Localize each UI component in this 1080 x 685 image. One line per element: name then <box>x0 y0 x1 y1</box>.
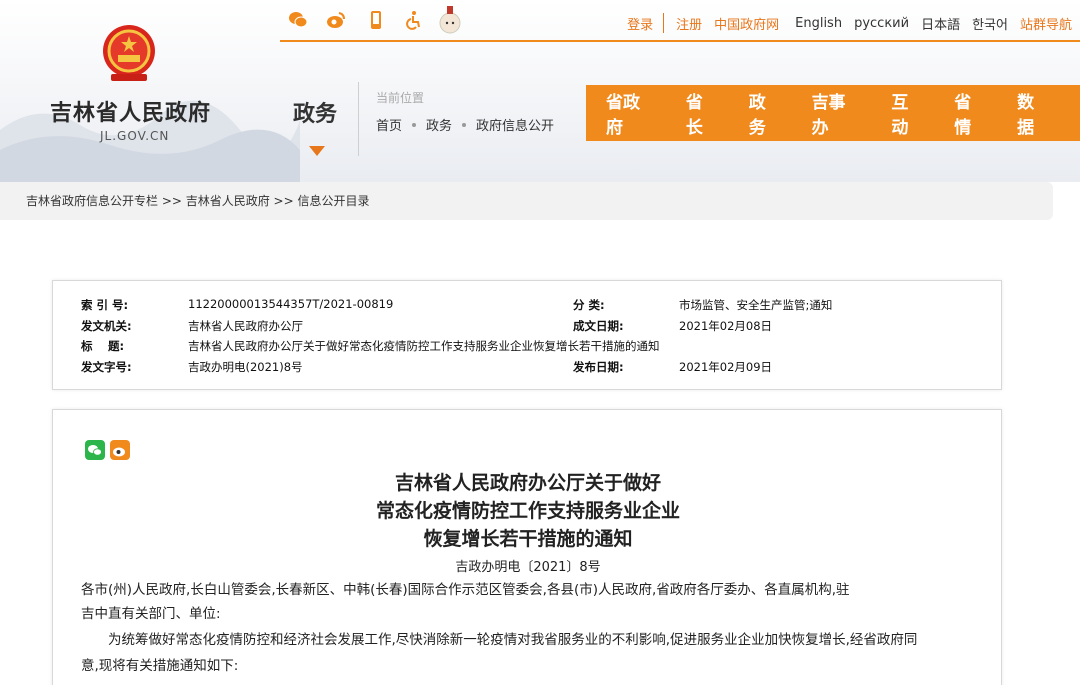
english-link[interactable]: English <box>795 16 842 31</box>
issuer-value: 吉林省人民政府办公厅 <box>188 319 303 333</box>
title-label: 标 题: <box>81 339 125 353</box>
dot-separator <box>412 122 417 127</box>
doc-number-value: 吉政办明电(2021)8号 <box>188 360 303 374</box>
info-row: 索 引 号: 11220000013544357T/2021-00819 分 类… <box>53 297 1001 314</box>
article-title-line: 常态化疫情防控工作支持服务业企业 <box>375 500 680 522</box>
mobile-icon[interactable] <box>366 10 386 30</box>
crumb-home[interactable]: 首页 <box>376 115 402 134</box>
dot-separator <box>462 122 467 127</box>
category-value: 市场监管、安全生产监管;通知 <box>679 298 833 312</box>
article-title-line: 恢复增长若干措施的通知 <box>423 528 633 550</box>
column-title: 政务 <box>293 102 338 127</box>
current-position-label: 当前位置 <box>376 91 425 105</box>
china-gov-link[interactable]: 中国政府网 <box>714 14 779 33</box>
wechat-icon[interactable] <box>288 10 308 30</box>
article-doc-number: 吉政办明电〔2021〕8号 <box>455 560 601 575</box>
column-arrow-icon <box>309 146 325 156</box>
category-label: 分 类: <box>573 298 605 312</box>
korean-link[interactable]: 한국어 <box>972 14 1008 33</box>
title-value: 吉林省人民政府办公厅关于做好常态化疫情防控工作支持服务业企业恢复增长若干措施的通… <box>188 339 660 353</box>
header-breadcrumb: 首页 政务 政府信息公开 <box>376 115 554 134</box>
article-paragraph: 意,现将有关措施通知如下: <box>81 658 239 674</box>
crumb-affairs[interactable]: 政务 <box>426 115 452 134</box>
site-nav-link[interactable]: 站群导航 <box>1020 14 1072 33</box>
nav-item-data[interactable]: 数据 <box>1017 88 1051 138</box>
nav-item-governor[interactable]: 省长 <box>686 88 720 138</box>
publish-date-label: 发布日期: <box>573 360 624 374</box>
nav-item-affairs[interactable]: 政务 <box>749 88 783 138</box>
share-weibo-icon[interactable] <box>110 440 130 460</box>
document-info-box: 索 引 号: 11220000013544357T/2021-00819 分 类… <box>52 280 1002 390</box>
crumb-gov-info[interactable]: 政府信息公开 <box>476 115 554 134</box>
register-link[interactable]: 注册 <box>676 14 702 33</box>
site-name[interactable]: 吉林省人民政府 <box>50 95 211 127</box>
accessibility-icon[interactable] <box>404 10 424 30</box>
index-label: 索 引 号: <box>81 298 129 312</box>
article-title-line: 吉林省人民政府办公厅关于做好 <box>394 472 661 494</box>
issuer-label: 发文机关: <box>81 319 132 333</box>
article-paragraph: 吉中直有关部门、单位: <box>81 606 221 622</box>
divider <box>358 82 359 156</box>
doc-number-label: 发文字号: <box>81 360 132 374</box>
info-row: 发文字号: 吉政办明电(2021)8号 发布日期: 2021年02月09日 <box>53 359 1001 376</box>
nav-item-interaction[interactable]: 互动 <box>891 88 925 138</box>
info-row: 标 题: 吉林省人民政府办公厅关于做好常态化疫情防控工作支持服务业企业恢复增长若… <box>53 338 1001 355</box>
info-row: 发文机关: 吉林省人民政府办公厅 成文日期: 2021年02月08日 <box>53 318 1001 335</box>
site-domain: JL.GOV.CN <box>100 129 170 143</box>
written-date-value: 2021年02月08日 <box>679 319 773 333</box>
share-wechat-icon[interactable] <box>85 440 105 460</box>
weibo-icon[interactable] <box>326 10 346 30</box>
mascot-icon[interactable] <box>438 4 462 34</box>
nav-item-services[interactable]: 吉事办 <box>812 88 863 138</box>
publish-date-value: 2021年02月09日 <box>679 360 773 374</box>
article-paragraph: 为统筹做好常态化疫情防控和经济社会发展工作,尽快消除新一轮疫情对我省服务业的不利… <box>81 632 918 648</box>
login-link[interactable]: 登录 <box>627 14 653 33</box>
nav-item-province-info[interactable]: 省情 <box>954 88 988 138</box>
nav-item-provincial-gov[interactable]: 省政府 <box>606 88 657 138</box>
main-nav: 省政府 省长 政务 吉事办 互动 省情 数据 <box>586 85 1080 141</box>
divider <box>663 13 665 33</box>
national-emblem-icon[interactable] <box>101 24 157 82</box>
index-value: 11220000013544357T/2021-00819 <box>188 297 394 311</box>
japanese-link[interactable]: 日本語 <box>921 14 960 33</box>
site-header: 吉林省人民政府 JL.GOV.CN 政务 当前位置 首页 政务 政府信息公开 登… <box>0 0 1080 182</box>
top-links: 登录 注册 中国政府网 English русский 日本語 한국어 站群导航 <box>615 13 1072 33</box>
breadcrumb[interactable]: 吉林省政府信息公开专栏 >> 吉林省人民政府 >> 信息公开目录 <box>0 182 1053 220</box>
written-date-label: 成文日期: <box>573 319 624 333</box>
top-utility-bar: 登录 注册 中国政府网 English русский 日本語 한국어 站群导航 <box>280 0 1080 42</box>
article-paragraph: 各市(州)人民政府,长白山管委会,长春新区、中韩(长春)国际合作示范区管委会,各… <box>81 582 850 598</box>
russian-link[interactable]: русский <box>854 16 909 31</box>
article: 吉林省人民政府办公厅关于做好 常态化疫情防控工作支持服务业企业 恢复增长若干措施… <box>52 409 1002 685</box>
